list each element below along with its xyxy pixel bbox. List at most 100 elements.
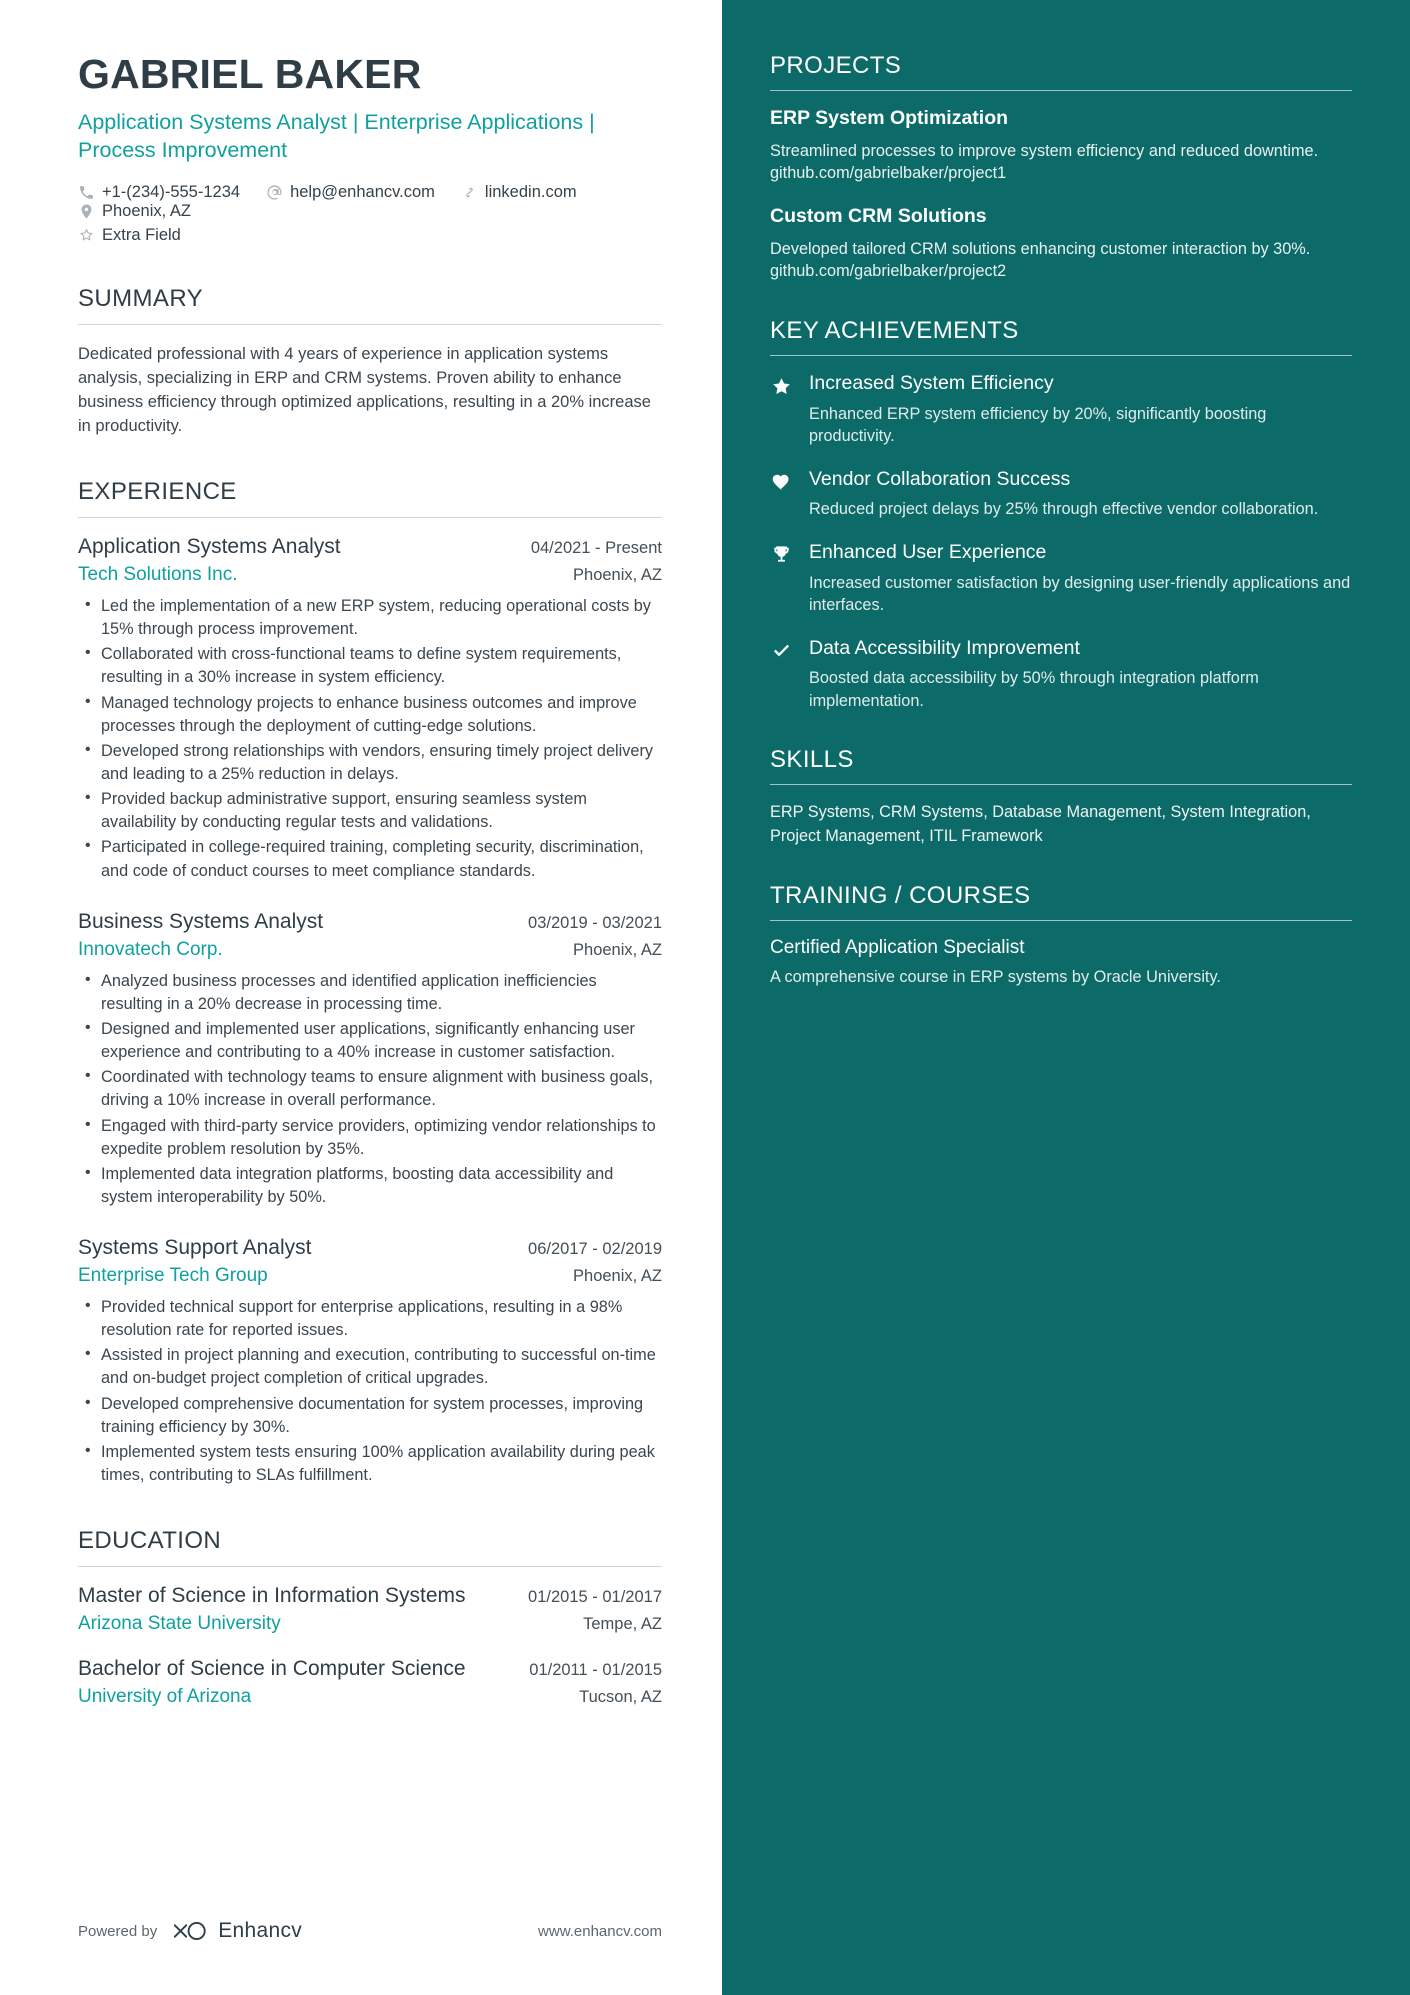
- achievement-description: Increased customer satisfaction by desig…: [809, 573, 1351, 615]
- professional-headline: Application Systems Analyst | Enterprise…: [78, 109, 595, 163]
- course-entry: Certified Application Specialist A compr…: [770, 937, 1352, 988]
- website-url: www.enhancv.com: [538, 1922, 662, 1940]
- job-company: Tech Solutions Inc.: [78, 563, 238, 585]
- summary-text: Dedicated professional with 4 years of e…: [78, 344, 651, 435]
- divider: [770, 354, 1352, 356]
- project-entry: Custom CRM Solutions Developed tailored …: [770, 205, 1352, 283]
- job-company: Innovatech Corp.: [78, 938, 223, 960]
- achievement-description: Reduced project delays by 25% through ef…: [809, 500, 1319, 519]
- course-name: Certified Application Specialist: [770, 936, 1025, 958]
- page-title: GABRIEL BAKER: [78, 51, 422, 97]
- achievement-title: Vendor Collaboration Success: [809, 467, 1071, 490]
- job-date: 06/2017 - 02/2019: [528, 1240, 662, 1259]
- project-description: Streamlined processes to improve system …: [770, 142, 1319, 183]
- job-bullets: Led the implementation of a new ERP syst…: [78, 594, 662, 883]
- section-education: EDUCATION Master of Science in Informati…: [78, 1527, 662, 1708]
- school-location: Tempe, AZ: [583, 1615, 662, 1634]
- list-item: Led the implementation of a new ERP syst…: [78, 594, 662, 641]
- divider: [770, 90, 1352, 91]
- degree-title: Master of Science in Information Systems: [78, 1584, 466, 1608]
- resume-page: GABRIEL BAKER Application Systems Analys…: [0, 0, 1410, 1995]
- degree-date: 01/2015 - 01/2017: [528, 1588, 662, 1607]
- contact-phone[interactable]: +1-(234)-555-1234: [78, 183, 240, 202]
- location-pin-icon: [78, 203, 95, 220]
- degree-date: 01/2011 - 01/2015: [529, 1661, 662, 1680]
- education-entry: Bachelor of Science in Computer Science …: [78, 1657, 662, 1708]
- degree-title: Bachelor of Science in Computer Science: [78, 1657, 466, 1681]
- summary-heading: SUMMARY: [78, 284, 204, 312]
- job-date: 04/2021 - Present: [530, 538, 662, 557]
- link-icon: [461, 184, 478, 201]
- resume-main-column: GABRIEL BAKER Application Systems Analys…: [0, 0, 722, 1995]
- list-item: Assisted in project planning and executi…: [78, 1343, 662, 1390]
- education-heading: EDUCATION: [78, 1527, 222, 1555]
- contact-line-secondary: Extra Field: [78, 226, 662, 245]
- contact-extra-field: Extra Field: [78, 226, 181, 245]
- contact-location: Phoenix, AZ: [78, 202, 191, 221]
- skills-list: ERP Systems, CRM Systems, Database Manag…: [770, 803, 1311, 845]
- list-item: Implemented system tests ensuring 100% a…: [78, 1440, 662, 1487]
- school-name: University of Arizona: [78, 1686, 252, 1708]
- list-item: Collaborated with cross-functional teams…: [78, 642, 662, 689]
- job-title: Application Systems Analyst: [78, 534, 341, 558]
- job-location: Phoenix, AZ: [573, 940, 662, 959]
- skills-heading: SKILLS: [770, 746, 854, 774]
- contact-details: +1-(234)-555-1234 help@enhancv.com linke…: [78, 183, 662, 245]
- divider: [78, 1566, 662, 1568]
- section-training-courses: TRAINING / COURSES Certified Application…: [770, 882, 1352, 988]
- job-location: Phoenix, AZ: [573, 1267, 662, 1286]
- achievement-entry: Increased System Efficiency Enhanced ERP…: [770, 372, 1352, 448]
- divider: [770, 919, 1352, 921]
- list-item: Provided backup administrative support, …: [78, 787, 662, 834]
- contact-email[interactable]: help@enhancv.com: [266, 183, 435, 202]
- list-item: Analyzed business processes and identifi…: [78, 969, 662, 1016]
- experience-entry: Application Systems Analyst 04/2021 - Pr…: [78, 535, 662, 883]
- enhancv-mark-icon: [171, 1920, 209, 1942]
- achievement-title: Increased System Efficiency: [809, 371, 1054, 394]
- enhancv-logo: Enhancv: [171, 1919, 302, 1943]
- section-experience: EXPERIENCE Application Systems Analyst 0…: [78, 478, 662, 1487]
- contact-extra-field-text: Extra Field: [102, 225, 181, 244]
- project-description: Developed tailored CRM solutions enhanci…: [770, 239, 1311, 281]
- list-item: Implemented data integration platforms, …: [78, 1162, 662, 1209]
- achievement-title: Data Accessibility Improvement: [809, 636, 1080, 659]
- experience-heading: EXPERIENCE: [78, 477, 237, 505]
- projects-heading: PROJECTS: [770, 52, 902, 79]
- list-item: Developed comprehensive documentation fo…: [78, 1392, 662, 1439]
- job-date: 03/2019 - 03/2021: [528, 913, 662, 932]
- section-projects: PROJECTS ERP System Optimization Streaml…: [770, 52, 1352, 283]
- job-location: Phoenix, AZ: [573, 565, 662, 584]
- job-title: Business Systems Analyst: [78, 909, 324, 933]
- contact-phone-text: +1-(234)-555-1234: [102, 182, 241, 201]
- contact-location-text: Phoenix, AZ: [102, 201, 191, 220]
- list-item: Participated in college-required trainin…: [78, 835, 662, 882]
- project-name: ERP System Optimization: [770, 107, 1009, 129]
- resume-sidebar: PROJECTS ERP System Optimization Streaml…: [722, 0, 1410, 1995]
- star-outline-icon: [78, 227, 95, 244]
- training-heading: TRAINING / COURSES: [770, 881, 1031, 909]
- achievement-entry: Vendor Collaboration Success Reduced pro…: [770, 468, 1352, 521]
- enhancv-wordmark: Enhancv: [218, 1919, 303, 1942]
- school-location: Tucson, AZ: [579, 1688, 662, 1707]
- contact-line-primary: +1-(234)-555-1234 help@enhancv.com linke…: [78, 183, 662, 221]
- course-description: A comprehensive course in ERP systems by…: [770, 967, 1221, 986]
- experience-entry: Systems Support Analyst 06/2017 - 02/201…: [78, 1236, 662, 1487]
- contact-linkedin-text: linkedin.com: [484, 182, 577, 201]
- divider: [770, 784, 1352, 786]
- list-item: Engaged with third-party service provide…: [78, 1113, 662, 1161]
- project-entry: ERP System Optimization Streamlined proc…: [770, 107, 1352, 185]
- school-name: Arizona State University: [78, 1613, 281, 1635]
- section-skills: SKILLS ERP Systems, CRM Systems, Databas…: [770, 746, 1352, 847]
- experience-entry: Business Systems Analyst 03/2019 - 03/20…: [78, 910, 662, 1209]
- page-footer: Powered by Enhancv www.enhancv.com: [78, 1919, 662, 1943]
- achievement-entry: Data Accessibility Improvement Boosted d…: [770, 637, 1352, 713]
- achievement-title: Enhanced User Experience: [809, 540, 1047, 563]
- powered-by: Powered by Enhancv: [78, 1919, 302, 1943]
- heart-icon: [770, 468, 793, 521]
- phone-icon: [78, 184, 95, 201]
- job-company: Enterprise Tech Group: [78, 1265, 268, 1287]
- job-bullets: Analyzed business processes and identifi…: [78, 969, 662, 1209]
- achievement-description: Enhanced ERP system efficiency by 20%, s…: [809, 404, 1267, 446]
- contact-linkedin[interactable]: linkedin.com: [461, 183, 577, 202]
- powered-by-label: Powered by: [78, 1922, 158, 1940]
